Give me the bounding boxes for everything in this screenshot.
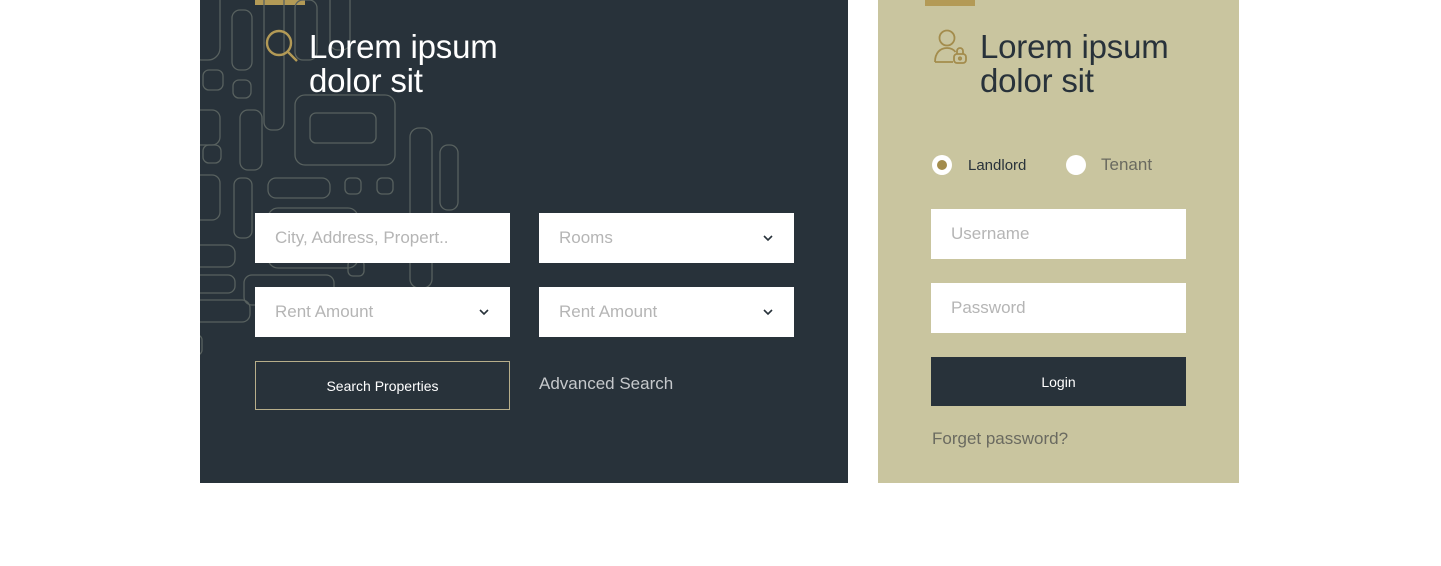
radio-button-checked[interactable] [932,155,952,175]
accent-bar [925,0,975,6]
username-input[interactable]: Username [931,209,1186,259]
chevron-down-icon [763,309,773,316]
location-input[interactable]: City, Address, Propert.. [255,213,510,263]
search-icon [265,29,298,62]
user-lock-icon [934,29,967,64]
title-line-1: Lorem ipsum [980,28,1169,65]
password-input[interactable]: Password [931,283,1186,333]
title-line-1: Lorem ipsum [309,28,498,65]
forgot-password-link[interactable]: Forget password? [932,429,1068,449]
title-line-2: dolor sit [309,62,423,99]
login-panel: Lorem ipsum dolor sit Landlord Tenant Us… [878,0,1239,483]
search-properties-button[interactable]: Search Properties [255,361,510,410]
search-panel-title: Lorem ipsum dolor sit [309,30,498,98]
rent-amount-select-1[interactable]: Rent Amount [255,287,510,337]
login-button[interactable]: Login [931,357,1186,406]
rooms-select[interactable]: Rooms [539,213,794,263]
title-line-2: dolor sit [980,62,1094,99]
radio-button[interactable] [1066,155,1086,175]
location-placeholder: City, Address, Propert.. [275,228,449,247]
rent-amount-select-2[interactable]: Rent Amount [539,287,794,337]
advanced-search-link[interactable]: Advanced Search [539,374,673,394]
login-panel-title: Lorem ipsum dolor sit [980,30,1169,98]
password-placeholder: Password [951,298,1026,317]
chevron-down-icon [763,235,773,242]
username-placeholder: Username [951,224,1030,243]
radio-label: Tenant [1101,155,1153,174]
chevron-down-icon [479,309,489,316]
rent-amount-placeholder: Rent Amount [275,302,374,321]
radio-label: Landlord [968,156,1027,174]
radio-tenant[interactable]: Tenant [1066,155,1152,175]
radio-landlord[interactable]: Landlord [932,155,1026,175]
rent-amount-placeholder: Rent Amount [559,302,658,321]
search-panel: Lorem ipsum dolor sit City, Address, Pro… [200,0,848,483]
rooms-placeholder: Rooms [559,228,613,247]
